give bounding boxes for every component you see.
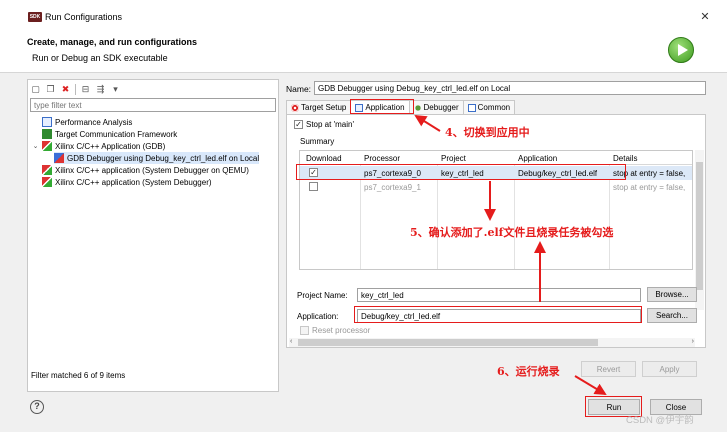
- reset-processor-checkbox: [300, 326, 309, 335]
- name-label: Name:: [286, 84, 312, 94]
- tree-item-xilinx-gdb[interactable]: ⌄ Xilinx C/C++ Application (GDB): [32, 140, 165, 152]
- tree-item-label: GDB Debugger using Debug_key_ctrl_led.el…: [67, 153, 260, 163]
- processor-table: Download Processor Project Application D…: [299, 150, 693, 270]
- tcf-icon: [42, 129, 52, 139]
- application-label: Application:: [297, 312, 339, 321]
- chevron-down-icon[interactable]: ⌄: [32, 142, 39, 150]
- title-bar: SDK Run Configurations ✕: [0, 0, 727, 26]
- tree-item-label: Xilinx C/C++ application (System Debugge…: [55, 177, 212, 187]
- target-icon: [291, 103, 299, 112]
- xilinx-app-icon: [42, 165, 52, 175]
- header-banner: Create, manage, and run configurations R…: [0, 26, 727, 73]
- details-cell: stop at entry = false,: [613, 183, 686, 192]
- column-header-project[interactable]: Project: [441, 154, 466, 163]
- apply-button[interactable]: Apply: [642, 361, 697, 377]
- new-config-icon[interactable]: ▢: [30, 84, 41, 95]
- project-name-input[interactable]: [357, 288, 641, 302]
- xilinx-app-icon: [42, 141, 52, 151]
- application-cell: Debug/key_ctrl_led.elf: [518, 169, 598, 178]
- tree-item-tcf[interactable]: Target Communication Framework: [42, 128, 177, 140]
- processor-cell: ps7_cortexa9_1: [364, 183, 421, 192]
- application-input[interactable]: [357, 309, 641, 323]
- toolbar-separator: [75, 83, 76, 95]
- tab-target-setup[interactable]: Target Setup: [286, 100, 352, 114]
- column-header-download[interactable]: Download: [306, 154, 342, 163]
- tree-item-xilinx-system-debugger[interactable]: Xilinx C/C++ application (System Debugge…: [42, 176, 212, 188]
- tree-item-label: Target Communication Framework: [55, 129, 178, 139]
- project-cell: key_ctrl_led: [441, 169, 484, 178]
- banner-title: Create, manage, and run configurations: [27, 37, 198, 47]
- table-row[interactable]: ✓ ps7_cortexa9_0 key_ctrl_led Debug/key_…: [300, 166, 692, 180]
- details-cell: stop at entry = false,: [613, 169, 686, 178]
- tree-item-label: Xilinx C/C++ Application (GDB): [55, 141, 166, 151]
- reset-processor-option: Reset processor: [300, 326, 370, 335]
- scrollbar-thumb[interactable]: [696, 162, 703, 290]
- tab-application[interactable]: Application: [350, 100, 410, 114]
- stop-at-main-checkbox[interactable]: ✓: [294, 120, 303, 129]
- tab-label: Application: [365, 103, 405, 112]
- filter-status: Filter matched 6 of 9 items: [31, 371, 126, 380]
- tab-debugger[interactable]: Debugger: [408, 100, 464, 114]
- browse-button[interactable]: Browse...: [647, 287, 697, 302]
- banner-subtitle: Run or Debug an SDK executable: [32, 53, 168, 63]
- project-name-label: Project Name:: [297, 291, 348, 300]
- configuration-name-input[interactable]: [314, 81, 706, 95]
- tab-label: Target Setup: [301, 103, 347, 112]
- sdk-app-icon: SDK: [28, 12, 42, 22]
- download-checkbox[interactable]: ✓: [309, 168, 318, 177]
- tab-label: Common: [477, 103, 511, 112]
- vertical-scrollbar[interactable]: [695, 150, 704, 310]
- debugger-icon: [413, 103, 422, 112]
- scrollbar-thumb[interactable]: [298, 339, 598, 346]
- tree-item-performance-analysis[interactable]: Performance Analysis: [42, 116, 132, 128]
- search-button[interactable]: Search...: [647, 308, 697, 323]
- annotation-step6: 6、运行烧录: [497, 365, 560, 378]
- tree-item-gdb-debugger-config[interactable]: GDB Debugger using Debug_key_ctrl_led.el…: [54, 152, 260, 164]
- view-menu-icon[interactable]: ▾: [110, 84, 121, 95]
- collapse-all-icon[interactable]: ⊟: [80, 84, 91, 95]
- summary-label: Summary: [300, 137, 335, 146]
- tab-common[interactable]: Common: [462, 100, 516, 114]
- tree-item-xilinx-qemu[interactable]: Xilinx C/C++ application (System Debugge…: [42, 164, 249, 176]
- tab-label: Debugger: [423, 103, 459, 112]
- stop-at-main-label: Stop at 'main': [306, 120, 354, 129]
- duplicate-config-icon[interactable]: ❐: [45, 84, 56, 95]
- annotation-step4: 4、切换到应用中: [445, 126, 530, 139]
- scroll-left-icon[interactable]: ‹: [290, 338, 292, 345]
- column-header-processor[interactable]: Processor: [364, 154, 400, 163]
- revert-button[interactable]: Revert: [581, 361, 636, 377]
- configuration-list-panel: ▢ ❐ ✖ ⊟ ⇶ ▾ Performance Analysis Target …: [27, 79, 279, 392]
- table-row[interactable]: ps7_cortexa9_1 stop at entry = false,: [300, 180, 692, 194]
- common-icon: [467, 103, 476, 112]
- column-header-details[interactable]: Details: [613, 154, 637, 163]
- filter-icon[interactable]: ⇶: [95, 84, 106, 95]
- help-icon[interactable]: ?: [30, 400, 44, 414]
- gdb-config-icon: [54, 153, 64, 163]
- tree-item-label: Xilinx C/C++ application (System Debugge…: [55, 165, 249, 175]
- application-icon: [355, 103, 364, 112]
- left-toolbar: ▢ ❐ ✖ ⊟ ⇶ ▾: [30, 82, 121, 96]
- config-tabs: Target Setup Application Debugger Common: [286, 100, 516, 114]
- performance-icon: [42, 117, 52, 127]
- processor-cell: ps7_cortexa9_0: [364, 169, 421, 178]
- run-launch-icon: [668, 37, 694, 63]
- scroll-right-icon[interactable]: ›: [692, 338, 694, 345]
- filter-input[interactable]: [30, 98, 276, 112]
- watermark: CSDN @伊宇韵: [626, 415, 694, 426]
- close-window-icon[interactable]: ✕: [698, 10, 712, 24]
- tree-item-label: Performance Analysis: [55, 117, 133, 127]
- stop-at-main-option[interactable]: ✓ Stop at 'main': [294, 120, 354, 129]
- download-checkbox[interactable]: [309, 182, 318, 191]
- window-title: Run Configurations: [45, 12, 123, 22]
- column-header-application[interactable]: Application: [518, 154, 557, 163]
- reset-processor-label: Reset processor: [312, 326, 371, 335]
- horizontal-scrollbar[interactable]: ‹ ›: [289, 338, 695, 347]
- table-header: Download Processor Project Application D…: [300, 151, 692, 165]
- delete-config-icon[interactable]: ✖: [60, 84, 71, 95]
- xilinx-app-icon: [42, 177, 52, 187]
- annotation-step5: 5、确认添加了.elf文件且烧录任务被勾选: [410, 226, 614, 239]
